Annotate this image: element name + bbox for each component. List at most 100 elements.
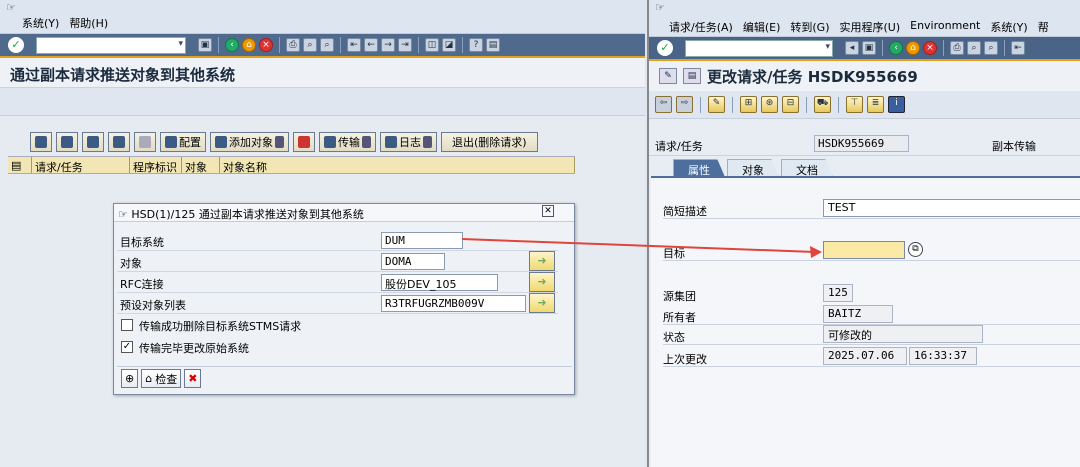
save-icon[interactable]: ▣ — [862, 41, 876, 55]
page-title: 通过副本请求推送对象到其他系统 — [0, 58, 645, 88]
rfc-exec-button[interactable]: ➜ — [529, 272, 555, 292]
exit-delete-request-button[interactable]: 退出(删除请求) — [441, 132, 538, 152]
execute-button[interactable]: ⊕ — [121, 369, 139, 388]
details-button[interactable] — [30, 132, 52, 152]
enter-icon[interactable]: ✓ — [8, 37, 24, 53]
menu-utilities[interactable]: 实用程序(U) — [839, 19, 900, 35]
edit-pencil-icon[interactable]: ✎ — [708, 96, 725, 113]
history-dropdown-icon[interactable]: ▾ — [825, 42, 830, 52]
print-icon[interactable]: ⎙ — [286, 38, 300, 52]
prev-object-icon[interactable]: ⇦ — [655, 96, 672, 113]
checkbox-checked[interactable]: ✓ — [121, 341, 133, 353]
extra-button[interactable] — [293, 132, 315, 152]
other-object-icon[interactable]: ▤ — [683, 68, 701, 84]
layout-menu-icon[interactable]: ▤ — [486, 38, 500, 52]
find-button[interactable] — [108, 132, 130, 152]
find-next-icon[interactable]: ⌕ — [320, 38, 334, 52]
checkbox-unchecked[interactable] — [121, 319, 133, 331]
find-icon[interactable]: ⌕ — [967, 41, 981, 55]
menu-environment[interactable]: Environment — [910, 19, 980, 35]
cancel-button[interactable]: ✖ — [184, 369, 202, 388]
prev-page-icon[interactable]: ← — [364, 38, 378, 52]
help-icon[interactable]: ? — [469, 38, 483, 52]
col-request[interactable]: 请求/任务 — [32, 157, 130, 174]
filter-button[interactable] — [82, 132, 104, 152]
target-system-input[interactable]: DUM — [381, 232, 463, 249]
merge-icon[interactable]: ⊟ — [782, 96, 799, 113]
next-page-icon[interactable]: → — [381, 38, 395, 52]
short-desc-input[interactable]: TEST — [823, 199, 1080, 217]
tab-objects[interactable]: 对象 — [727, 159, 779, 177]
tab-attributes[interactable]: 属性 — [673, 159, 725, 177]
window-menu-icon[interactable]: ☞ — [655, 1, 665, 14]
first-page-icon[interactable]: ⇤ — [1011, 41, 1025, 55]
history-dropdown-icon[interactable]: ▾ — [178, 39, 183, 49]
save-icon[interactable]: ▣ — [198, 38, 212, 52]
menu-system[interactable]: 系统(Y) — [990, 19, 1027, 35]
dropdown-icon[interactable] — [362, 136, 371, 148]
find-next-icon[interactable]: ⌕ — [984, 41, 998, 55]
add-object-button[interactable]: 添加对象 — [210, 132, 289, 152]
exit-icon[interactable]: ⌂ — [906, 41, 920, 55]
new-session-icon[interactable]: ◫ — [425, 38, 439, 52]
rfc-input[interactable]: 股份DEV_105 — [381, 274, 498, 291]
object-exec-button[interactable]: ➜ — [529, 251, 555, 271]
exit-icon[interactable]: ⌂ — [242, 38, 256, 52]
org-icon[interactable]: ⊞ — [740, 96, 757, 113]
menu-request-task[interactable]: 请求/任务(A) — [669, 19, 733, 35]
cancel-icon[interactable]: × — [923, 41, 937, 55]
menu-help[interactable]: 帮 — [1038, 19, 1049, 35]
back-icon[interactable]: ‹ — [225, 38, 239, 52]
object-input[interactable]: DOMA — [381, 253, 445, 270]
log-button[interactable]: 日志 — [380, 132, 437, 152]
menu-system[interactable]: 系统(Y) — [22, 15, 59, 31]
window-menu-icon[interactable]: ☞ — [6, 1, 16, 14]
field-status: 状态 可修改的 — [663, 325, 1080, 345]
sort-button[interactable] — [56, 132, 78, 152]
close-icon[interactable]: ✕ — [542, 205, 554, 217]
print-icon[interactable]: ⎙ — [950, 41, 964, 55]
menu-goto[interactable]: 转到(G) — [790, 19, 829, 35]
command-field[interactable]: ▾ — [36, 36, 186, 54]
release-icon[interactable]: ⊛ — [761, 96, 778, 113]
cancel-icon[interactable]: × — [259, 38, 273, 52]
select-all-icon[interactable]: ▤ — [8, 157, 32, 173]
separator — [1004, 40, 1005, 56]
hierarchy-icon[interactable]: ⊤ — [846, 96, 863, 113]
next-object-icon[interactable]: ⇨ — [676, 96, 693, 113]
col-pgmid[interactable]: 程序标识 — [130, 157, 182, 174]
command-field[interactable]: ▾ — [685, 39, 833, 57]
shortcut-icon[interactable]: ◪ — [442, 38, 456, 52]
last-page-icon[interactable]: ⇥ — [398, 38, 412, 52]
display-change-icon[interactable]: ✎ — [659, 68, 677, 84]
first-page-icon[interactable]: ⇤ — [347, 38, 361, 52]
request-type: 副本传输 — [992, 140, 1036, 153]
menu-edit[interactable]: 编辑(E) — [743, 19, 781, 35]
field-preset-list: 预设对象列表 R3TRFUGRZMB009V ➜ — [117, 293, 558, 314]
value-help-icon[interactable]: ⧉ — [908, 242, 923, 257]
col-object-name[interactable]: 对象名称 — [220, 157, 575, 174]
separator — [462, 37, 463, 53]
dropdown-icon[interactable] — [275, 136, 284, 148]
config-button[interactable]: 配置 — [160, 132, 206, 152]
back-icon[interactable]: ‹ — [889, 41, 903, 55]
target-input[interactable] — [823, 241, 905, 259]
col-object[interactable]: 对象 — [182, 157, 220, 174]
list-icon[interactable]: ≣ — [867, 96, 884, 113]
tab-documentation[interactable]: 文档 — [781, 159, 833, 177]
find-icon[interactable]: ⌕ — [303, 38, 317, 52]
dropdown-icon[interactable] — [423, 136, 432, 148]
preset-exec-button[interactable]: ➜ — [529, 293, 555, 313]
collapse-icon[interactable]: ◂ — [845, 41, 859, 55]
info-icon[interactable]: i — [888, 96, 905, 113]
preset-list-input[interactable]: R3TRFUGRZMB009V — [381, 295, 526, 312]
enter-icon[interactable]: ✓ — [657, 40, 673, 56]
menu-help[interactable]: 帮助(H) — [69, 15, 108, 31]
checkbox-delete-stms[interactable]: 传输成功删除目标系统STMS请求 — [117, 314, 558, 336]
field-last-changed: 上次更改 2025.07.06 16:33:37 — [663, 347, 1080, 367]
check-button[interactable]: ⌂ 检查 — [141, 369, 182, 388]
checkbox-change-origin[interactable]: ✓ 传输完毕更改原始系统 — [117, 336, 558, 358]
transport-icon[interactable]: ⛟ — [814, 96, 831, 113]
find-next-button[interactable] — [134, 132, 156, 152]
transport-button[interactable]: 传输 — [319, 132, 376, 152]
